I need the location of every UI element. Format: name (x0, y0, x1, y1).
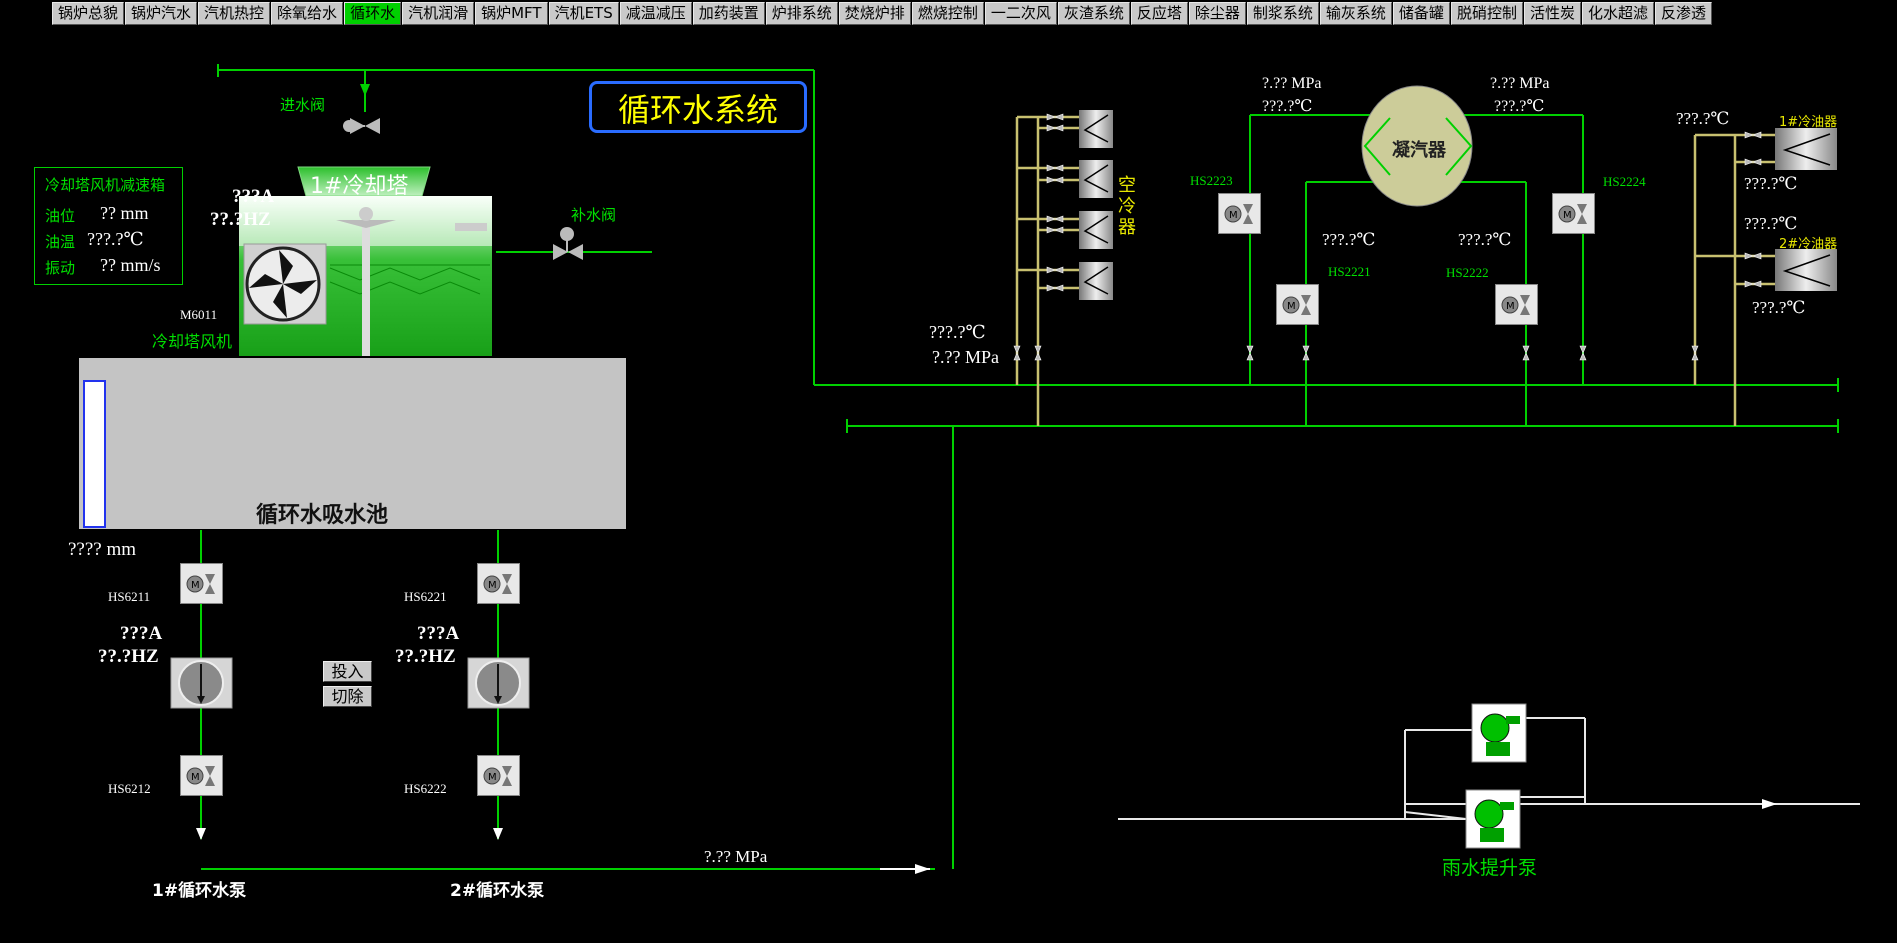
enable-button[interactable]: 投入 (323, 661, 372, 682)
tower-fan-frequency: ??.?HZ (210, 209, 271, 230)
tower-fan-current: ???A (232, 186, 275, 207)
valve-hs2222[interactable]: M (1495, 284, 1538, 325)
valve-hs6211[interactable]: M (180, 563, 223, 604)
oil-cooler-1-label: 1#冷油器 (1779, 115, 1838, 130)
pump1-label: 1#循环水泵 (152, 881, 247, 901)
condenser-left-temp: ???.?℃ (1322, 230, 1376, 249)
condenser-right-temp: ???.?℃ (1458, 230, 1512, 249)
hs2222-tag: HS2222 (1446, 265, 1489, 280)
pump1-current: ???A (120, 623, 163, 644)
condenser-out-temp: ???.?℃ (1494, 98, 1545, 115)
gearbox-panel: 冷却塔风机减速箱 油位 ?? mm 油温 ???.?℃ 振动 ?? mm/s (34, 167, 183, 285)
hs2223-tag: HS2223 (1190, 173, 1233, 188)
pump1-inlet-tag: HS6211 (108, 589, 151, 604)
header-pressure: ?.?? MPa (704, 847, 768, 866)
svg-text:M: M (191, 580, 200, 591)
pump2-frequency: ??.?HZ (395, 646, 456, 667)
disable-button[interactable]: 切除 (323, 686, 372, 707)
oil-temp-label: 油温 (45, 233, 76, 251)
oil-cooler-1-in-temp: ???.?℃ (1676, 109, 1730, 128)
fan-tag: M6011 (180, 307, 218, 322)
svg-text:M: M (1506, 301, 1515, 312)
valve-hs6221[interactable]: M (477, 563, 520, 604)
pump2-motor[interactable] (468, 658, 529, 708)
pool-label: 循环水吸水池 (256, 503, 389, 528)
svg-text:M: M (191, 772, 200, 783)
makeup-valve-label: 补水阀 (571, 206, 617, 224)
air-cooler-pressure: ?.?? MPa (932, 347, 999, 367)
valve-hs2224[interactable]: M (1552, 193, 1595, 234)
oil-cooler-2-in-temp: ???.?℃ (1744, 214, 1798, 233)
rain-pump-1[interactable] (1472, 704, 1526, 762)
oil-temp-value: ???.?℃ (87, 229, 144, 249)
page-title: 循环水系统 (589, 81, 807, 133)
pump2-outlet-tag: HS6222 (404, 781, 447, 796)
fan-label: 冷却塔风机 (152, 332, 233, 351)
condenser-out-pressure: ?.?? MPa (1490, 75, 1550, 92)
condenser-in-temp: ???.?℃ (1262, 98, 1313, 115)
pump1-outlet-tag: HS6212 (108, 781, 151, 796)
rain-pump-label: 雨水提升泵 (1442, 857, 1538, 879)
svg-text:M: M (1563, 210, 1572, 221)
gearbox-title: 冷却塔风机减速箱 (45, 176, 166, 194)
process-diagram (79, 64, 1860, 874)
oil-cooler-2-out-temp: ???.?℃ (1752, 298, 1806, 317)
air-cooler-temp: ???.?℃ (929, 322, 986, 342)
pump1-motor[interactable] (171, 658, 232, 708)
vibration-value: ?? mm/s (100, 255, 161, 275)
oil-level-label: 油位 (45, 207, 76, 225)
oil-cooler-2-label: 2#冷油器 (1779, 237, 1838, 252)
cooling-tower-label: 1#冷却塔 (310, 174, 409, 199)
pump2-inlet-tag: HS6221 (404, 589, 447, 604)
pump1-frequency: ??.?HZ (98, 646, 159, 667)
pump2-label: 2#循环水泵 (450, 881, 545, 901)
oil-level-value: ?? mm (100, 203, 149, 223)
rain-pump-2[interactable] (1466, 790, 1520, 848)
pool-level: ???? mm (68, 539, 137, 560)
pump2-current: ???A (417, 623, 460, 644)
valve-hs6222[interactable]: M (477, 755, 520, 796)
hs2224-tag: HS2224 (1603, 174, 1646, 189)
hs2221-tag: HS2221 (1328, 264, 1371, 279)
valve-hs2223[interactable]: M (1218, 193, 1261, 234)
inlet-valve-label: 进水阀 (280, 96, 326, 114)
condenser-in-pressure: ?.?? MPa (1262, 75, 1322, 92)
svg-text:M: M (1287, 301, 1296, 312)
condenser-label: 凝汽器 (1392, 140, 1446, 161)
svg-text:M: M (488, 580, 497, 591)
valve-hs2221[interactable]: M (1276, 284, 1319, 325)
oil-cooler-1-out-temp: ???.?℃ (1744, 174, 1798, 193)
valve-hs6212[interactable]: M (180, 755, 223, 796)
svg-text:M: M (1229, 210, 1238, 221)
vibration-label: 振动 (45, 259, 76, 277)
air-cooler-label: 空冷器 (1118, 175, 1136, 238)
svg-text:M: M (488, 772, 497, 783)
